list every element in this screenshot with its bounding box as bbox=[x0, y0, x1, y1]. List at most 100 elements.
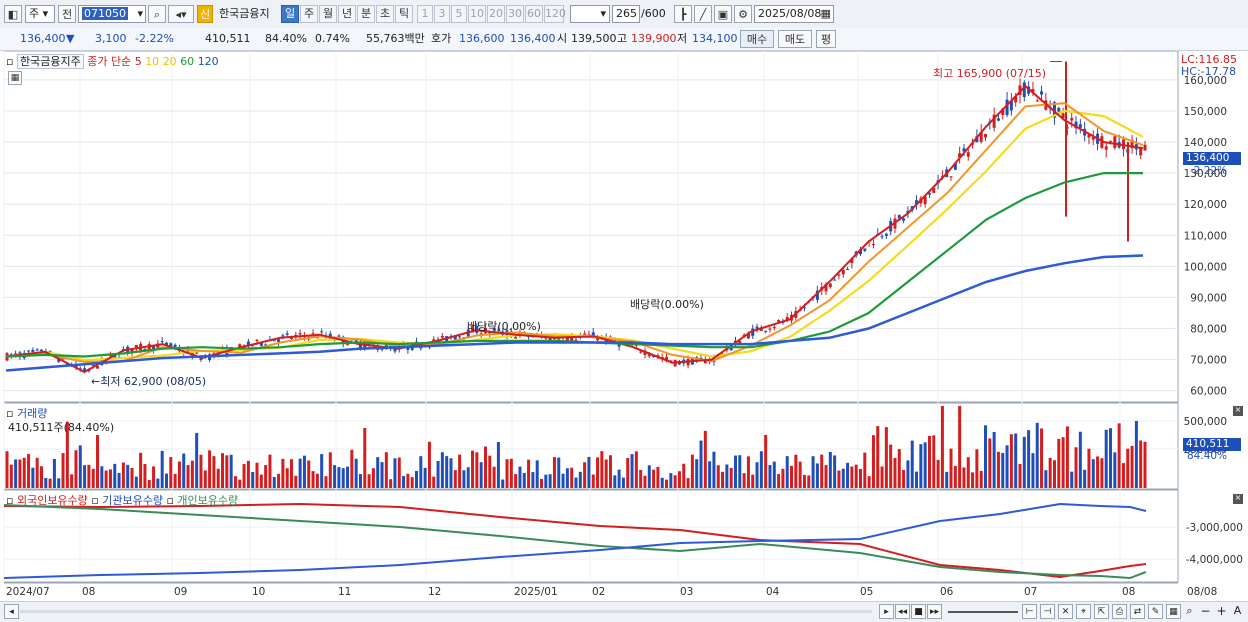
auto-scale-icon[interactable]: A bbox=[1230, 604, 1245, 619]
buy-button[interactable]: 매수 bbox=[740, 30, 774, 48]
ma-label[interactable]: 종가 단순 bbox=[87, 55, 131, 68]
search-icon[interactable]: ⌕ bbox=[148, 5, 166, 23]
x-tick-label: 05 bbox=[860, 586, 873, 598]
volume-bar bbox=[277, 473, 281, 488]
volume-bar bbox=[1014, 433, 1018, 488]
volume-bar bbox=[169, 457, 173, 488]
pin-icon[interactable]: ⇱ bbox=[1094, 604, 1109, 619]
save-icon[interactable]: ▣ bbox=[714, 5, 732, 23]
volume-bar bbox=[1078, 431, 1082, 488]
prev-button[interactable]: 전 bbox=[58, 5, 76, 23]
ma-period-60[interactable]: 60 bbox=[180, 55, 198, 68]
volume-bar bbox=[505, 459, 509, 488]
stop-icon[interactable]: ■ bbox=[911, 604, 926, 619]
grid-icon[interactable]: ▦ bbox=[1166, 604, 1181, 619]
edit-icon[interactable]: ✎ bbox=[1148, 604, 1163, 619]
holdings-series-0[interactable]: 외국인보유수량 bbox=[17, 494, 91, 507]
zoom-out-icon[interactable]: − bbox=[1198, 604, 1213, 619]
volume-bar bbox=[225, 455, 229, 488]
ma-period-5[interactable]: 5 bbox=[135, 55, 146, 68]
candle-type-icon[interactable]: ┣ bbox=[674, 5, 692, 23]
tab-minute-30[interactable]: 30 bbox=[506, 5, 524, 23]
open-label: 시 bbox=[557, 32, 568, 45]
volume-bar bbox=[604, 459, 608, 488]
print-icon[interactable]: ⎙ bbox=[1112, 604, 1127, 619]
scroll-right-icon[interactable]: ▸ bbox=[879, 604, 894, 619]
volume-bar bbox=[1074, 447, 1078, 488]
holdings-tick-label: -3,000,000 bbox=[1186, 522, 1243, 534]
volume-bar bbox=[483, 446, 487, 488]
zoom-in-icon[interactable]: + bbox=[1214, 604, 1229, 619]
cursor-icon[interactable]: ⌖ bbox=[1076, 604, 1091, 619]
quote-change: 3,100 bbox=[95, 32, 127, 45]
volume-bar bbox=[453, 470, 457, 488]
quote-bid: 136,400 bbox=[510, 32, 556, 45]
scroll-left-icon[interactable]: ◂ bbox=[4, 604, 19, 619]
candle-body bbox=[828, 283, 832, 287]
tab-period-0[interactable]: 일 bbox=[281, 5, 299, 23]
ma-period-10[interactable]: 10 bbox=[145, 55, 163, 68]
eval-button[interactable]: 평 bbox=[816, 30, 836, 48]
gear-icon[interactable]: ⚙ bbox=[734, 5, 752, 23]
table-icon[interactable]: ▦ bbox=[8, 71, 22, 85]
scrollbar-track[interactable] bbox=[20, 610, 872, 613]
ma-period-20[interactable]: 20 bbox=[163, 55, 181, 68]
forward-icon[interactable]: ▸▸ bbox=[927, 604, 942, 619]
cross-icon[interactable]: ✕ bbox=[1058, 604, 1073, 619]
link-icon[interactable]: ⇄ bbox=[1130, 604, 1145, 619]
tab-minute-1[interactable]: 1 bbox=[417, 5, 433, 23]
volume-bar bbox=[1117, 423, 1121, 488]
candle-body bbox=[1143, 144, 1147, 151]
market-select[interactable]: 주 ▾ bbox=[25, 5, 55, 23]
date-input[interactable]: 2025/08/08 ▦ bbox=[754, 5, 834, 23]
chevron-down-icon[interactable]: ▾ bbox=[137, 6, 143, 22]
volume-bar bbox=[35, 457, 39, 488]
magnifier-icon[interactable]: ⌕ bbox=[1182, 604, 1197, 619]
rewind-icon[interactable]: ◂◂ bbox=[895, 604, 910, 619]
zoom-range-icon[interactable]: ⊢ bbox=[1022, 604, 1037, 619]
count-input[interactable]: 265 bbox=[612, 5, 640, 23]
ma-period-120[interactable]: 120 bbox=[198, 55, 219, 68]
stock-code-input[interactable]: 071050 ▾ bbox=[78, 5, 146, 23]
sell-button[interactable]: 매도 bbox=[778, 30, 812, 48]
close-icon[interactable]: × bbox=[1233, 406, 1243, 416]
close-icon[interactable]: × bbox=[1233, 494, 1243, 504]
tab-minute-60[interactable]: 60 bbox=[525, 5, 543, 23]
candle-body bbox=[880, 236, 884, 238]
volume-bar bbox=[1113, 452, 1117, 488]
tab-minute-10[interactable]: 10 bbox=[468, 5, 486, 23]
tab-minute-120[interactable]: 120 bbox=[544, 5, 566, 23]
chart-window-icon[interactable]: ◧ bbox=[4, 5, 22, 23]
holdings-series-2[interactable]: 개인보유수량 bbox=[177, 494, 238, 507]
volume-bar bbox=[656, 466, 660, 488]
volume-bar bbox=[1065, 426, 1069, 488]
volume-bar bbox=[1057, 438, 1061, 488]
tab-period-4[interactable]: 분 bbox=[357, 5, 375, 23]
tab-period-6[interactable]: 틱 bbox=[395, 5, 413, 23]
volume-bar bbox=[363, 427, 367, 488]
candle-body bbox=[1022, 82, 1026, 98]
volume-bar bbox=[350, 449, 354, 488]
quote-high: 139,900 bbox=[631, 32, 677, 45]
chart-area[interactable]: 160,000 150,000 140,000 130,000 120,000 110,0… bbox=[0, 50, 1248, 601]
holdings-series-1[interactable]: 기관보유수량 bbox=[102, 494, 166, 507]
tab-minute-5[interactable]: 5 bbox=[451, 5, 467, 23]
draw-tool-icon[interactable]: ╱ bbox=[694, 5, 712, 23]
tab-minute-20[interactable]: 20 bbox=[487, 5, 505, 23]
volume-bar bbox=[630, 454, 634, 488]
speaker-icon[interactable]: ◂▾ bbox=[168, 5, 194, 23]
volume-bar bbox=[940, 406, 944, 488]
zoom-out-range-icon[interactable]: ⊣ bbox=[1040, 604, 1055, 619]
tab-minute-3[interactable]: 3 bbox=[434, 5, 450, 23]
toolbar-main: ◧ 주 ▾ 전 071050 ▾ ⌕ ◂▾ 신 한국금융지 일주월년분초틱 13… bbox=[0, 0, 1248, 29]
zoom-slider[interactable] bbox=[948, 611, 1018, 613]
tab-period-3[interactable]: 년 bbox=[338, 5, 356, 23]
minute-custom-select[interactable]: ▾ bbox=[570, 5, 610, 23]
tab-period-5[interactable]: 초 bbox=[376, 5, 394, 23]
tab-period-2[interactable]: 월 bbox=[319, 5, 337, 23]
candle-body bbox=[966, 152, 970, 157]
stock-name-tag[interactable]: 한국금융지주 bbox=[16, 54, 84, 69]
calendar-icon[interactable]: ▦ bbox=[821, 6, 831, 22]
tab-period-1[interactable]: 주 bbox=[300, 5, 318, 23]
volume-bar bbox=[798, 461, 802, 488]
